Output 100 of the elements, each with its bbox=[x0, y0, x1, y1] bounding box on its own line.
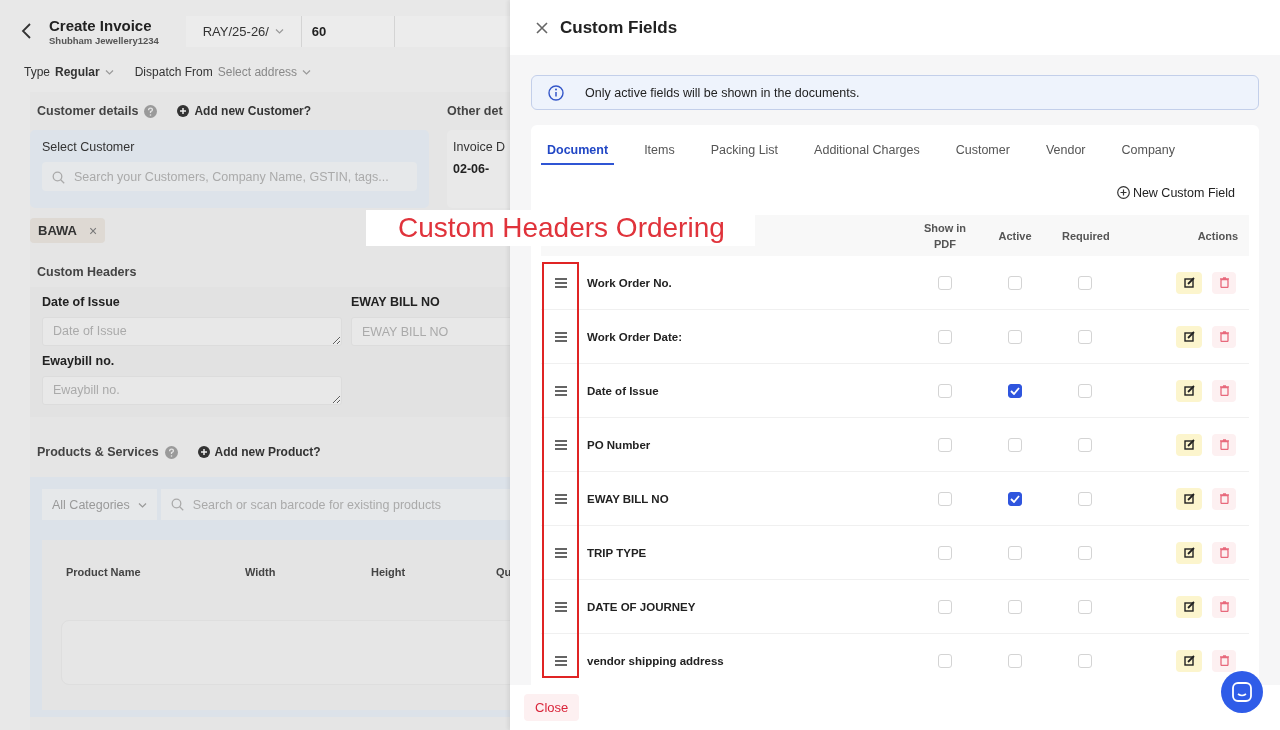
field-name: Work Order Date: bbox=[586, 330, 683, 343]
edit-button[interactable] bbox=[1176, 433, 1202, 456]
edit-button[interactable] bbox=[1176, 541, 1202, 564]
edit-button[interactable] bbox=[1176, 379, 1202, 402]
drag-handle-icon bbox=[555, 601, 567, 612]
caret-icon bbox=[274, 27, 284, 35]
column-header: Product Name bbox=[66, 566, 142, 578]
search-field[interactable]: Search or scan barcode for existing products bbox=[160, 489, 510, 520]
checkbox[interactable] bbox=[1008, 491, 1022, 506]
edit-button[interactable] bbox=[1176, 487, 1202, 510]
search-icon bbox=[170, 498, 184, 511]
drag-handle-icon bbox=[555, 547, 567, 558]
tab[interactable]: Items bbox=[626, 135, 693, 165]
delete-button[interactable] bbox=[1212, 649, 1236, 672]
trash-icon bbox=[1219, 439, 1229, 450]
field-label: Ewaybill no. bbox=[42, 354, 116, 368]
field-label: Invoice D bbox=[453, 140, 507, 154]
edit-icon bbox=[1183, 331, 1195, 342]
delete-button[interactable] bbox=[1212, 325, 1236, 348]
caret-icon bbox=[104, 68, 114, 76]
tab[interactable]: Packing List bbox=[692, 135, 797, 165]
drag-handle-icon bbox=[555, 655, 567, 666]
drag-handle-icon bbox=[555, 277, 567, 288]
column-header: Width bbox=[245, 566, 277, 578]
drag-handle-icon bbox=[555, 439, 567, 450]
edit-icon bbox=[1183, 385, 1195, 396]
back-icon bbox=[20, 22, 32, 40]
field-name: EWAY BILL NO bbox=[586, 492, 670, 505]
field-name: Date of Issue bbox=[586, 384, 660, 397]
trash-icon bbox=[1219, 331, 1229, 342]
new-field-button[interactable]: New Custom Field bbox=[1116, 185, 1235, 200]
drawer-title: Custom Fields bbox=[560, 17, 678, 38]
column-header: Height bbox=[371, 566, 407, 578]
chat-icon bbox=[1232, 682, 1252, 702]
company-name: Shubham Jewellery1234 bbox=[49, 34, 159, 46]
edit-button[interactable] bbox=[1176, 325, 1202, 348]
help-icon bbox=[144, 104, 158, 118]
text-area[interactable]: Ewaybill no. bbox=[42, 376, 342, 405]
search-field[interactable]: Search your Customers, Company Name, GSTIN, tags... bbox=[42, 162, 417, 191]
column-header: Active bbox=[997, 228, 1033, 244]
edit-icon bbox=[1183, 277, 1195, 288]
trash-icon bbox=[1219, 547, 1229, 558]
section-title: Other det bbox=[447, 103, 504, 120]
close-icon bbox=[536, 21, 548, 34]
field-label: Select Customer bbox=[42, 140, 136, 154]
add-customer-link[interactable]: Add new Customer? bbox=[177, 104, 312, 118]
number-field[interactable]: 60 bbox=[301, 15, 395, 47]
edit-icon bbox=[1183, 601, 1195, 612]
input-field[interactable]: EWAY BILL NO bbox=[351, 317, 510, 346]
trash-icon bbox=[1219, 655, 1229, 666]
section-title: Customer details bbox=[37, 104, 139, 118]
type-label: Type bbox=[24, 65, 50, 79]
tab[interactable]: Additional Charges bbox=[796, 135, 938, 165]
text-area[interactable]: Date of Issue bbox=[42, 317, 342, 346]
page-title: Create Invoice bbox=[49, 16, 153, 34]
close-button[interactable] bbox=[536, 21, 548, 34]
chat-button[interactable] bbox=[1221, 671, 1263, 713]
field-name: TRIP TYPE bbox=[586, 546, 648, 559]
edit-button[interactable] bbox=[1176, 271, 1202, 294]
info-icon bbox=[548, 84, 564, 101]
delete-button[interactable] bbox=[1212, 487, 1236, 510]
plus-circle-icon bbox=[1116, 186, 1130, 199]
type-dropdown[interactable]: Regular bbox=[55, 65, 114, 79]
edit-icon bbox=[1183, 439, 1195, 450]
column-header: Actions bbox=[1196, 228, 1239, 244]
delete-button[interactable] bbox=[1212, 271, 1236, 294]
drag-handle-icon bbox=[555, 385, 567, 396]
trash-icon bbox=[1219, 601, 1229, 612]
delete-button[interactable] bbox=[1212, 595, 1236, 618]
delete-button[interactable] bbox=[1212, 379, 1236, 402]
drag-handle-icon bbox=[555, 331, 567, 342]
search-icon bbox=[52, 171, 65, 184]
add-product-link[interactable]: Add new Product? bbox=[197, 445, 321, 459]
checkbox[interactable] bbox=[1008, 383, 1022, 398]
field-name: DATE OF JOURNEY bbox=[586, 600, 697, 613]
drag-handle-icon bbox=[555, 493, 567, 504]
tab[interactable]: Company bbox=[1103, 135, 1194, 165]
field-label: Date of Issue bbox=[42, 295, 121, 309]
edit-button[interactable] bbox=[1176, 649, 1202, 672]
field-name: vendor shipping address bbox=[586, 654, 725, 667]
caret-icon bbox=[302, 68, 312, 76]
delete-button[interactable] bbox=[1212, 433, 1236, 456]
field-name: Work Order No. bbox=[586, 276, 673, 289]
date-field[interactable]: 02-06- bbox=[453, 162, 510, 176]
delete-button[interactable] bbox=[1212, 541, 1236, 564]
plus-circle-icon bbox=[177, 105, 190, 117]
edit-button[interactable] bbox=[1176, 595, 1202, 618]
field-label: EWAY BILL NO bbox=[351, 295, 441, 309]
dispatch-label: Dispatch From bbox=[134, 65, 213, 79]
close-button[interactable]: Close bbox=[524, 694, 580, 721]
edit-icon bbox=[1183, 547, 1195, 558]
series-dropdown[interactable]: RAY/25-26/ bbox=[185, 15, 302, 47]
edit-icon bbox=[1183, 493, 1195, 504]
tab[interactable]: Document bbox=[541, 135, 615, 165]
customer-tag: BAWA × bbox=[30, 218, 106, 243]
tab[interactable]: Customer bbox=[937, 135, 1028, 165]
tab[interactable]: Vendor bbox=[1027, 135, 1104, 165]
trash-icon bbox=[1219, 493, 1229, 504]
help-icon bbox=[164, 445, 178, 459]
notice-text: Only active fields will be shown in the documents. bbox=[585, 85, 860, 100]
